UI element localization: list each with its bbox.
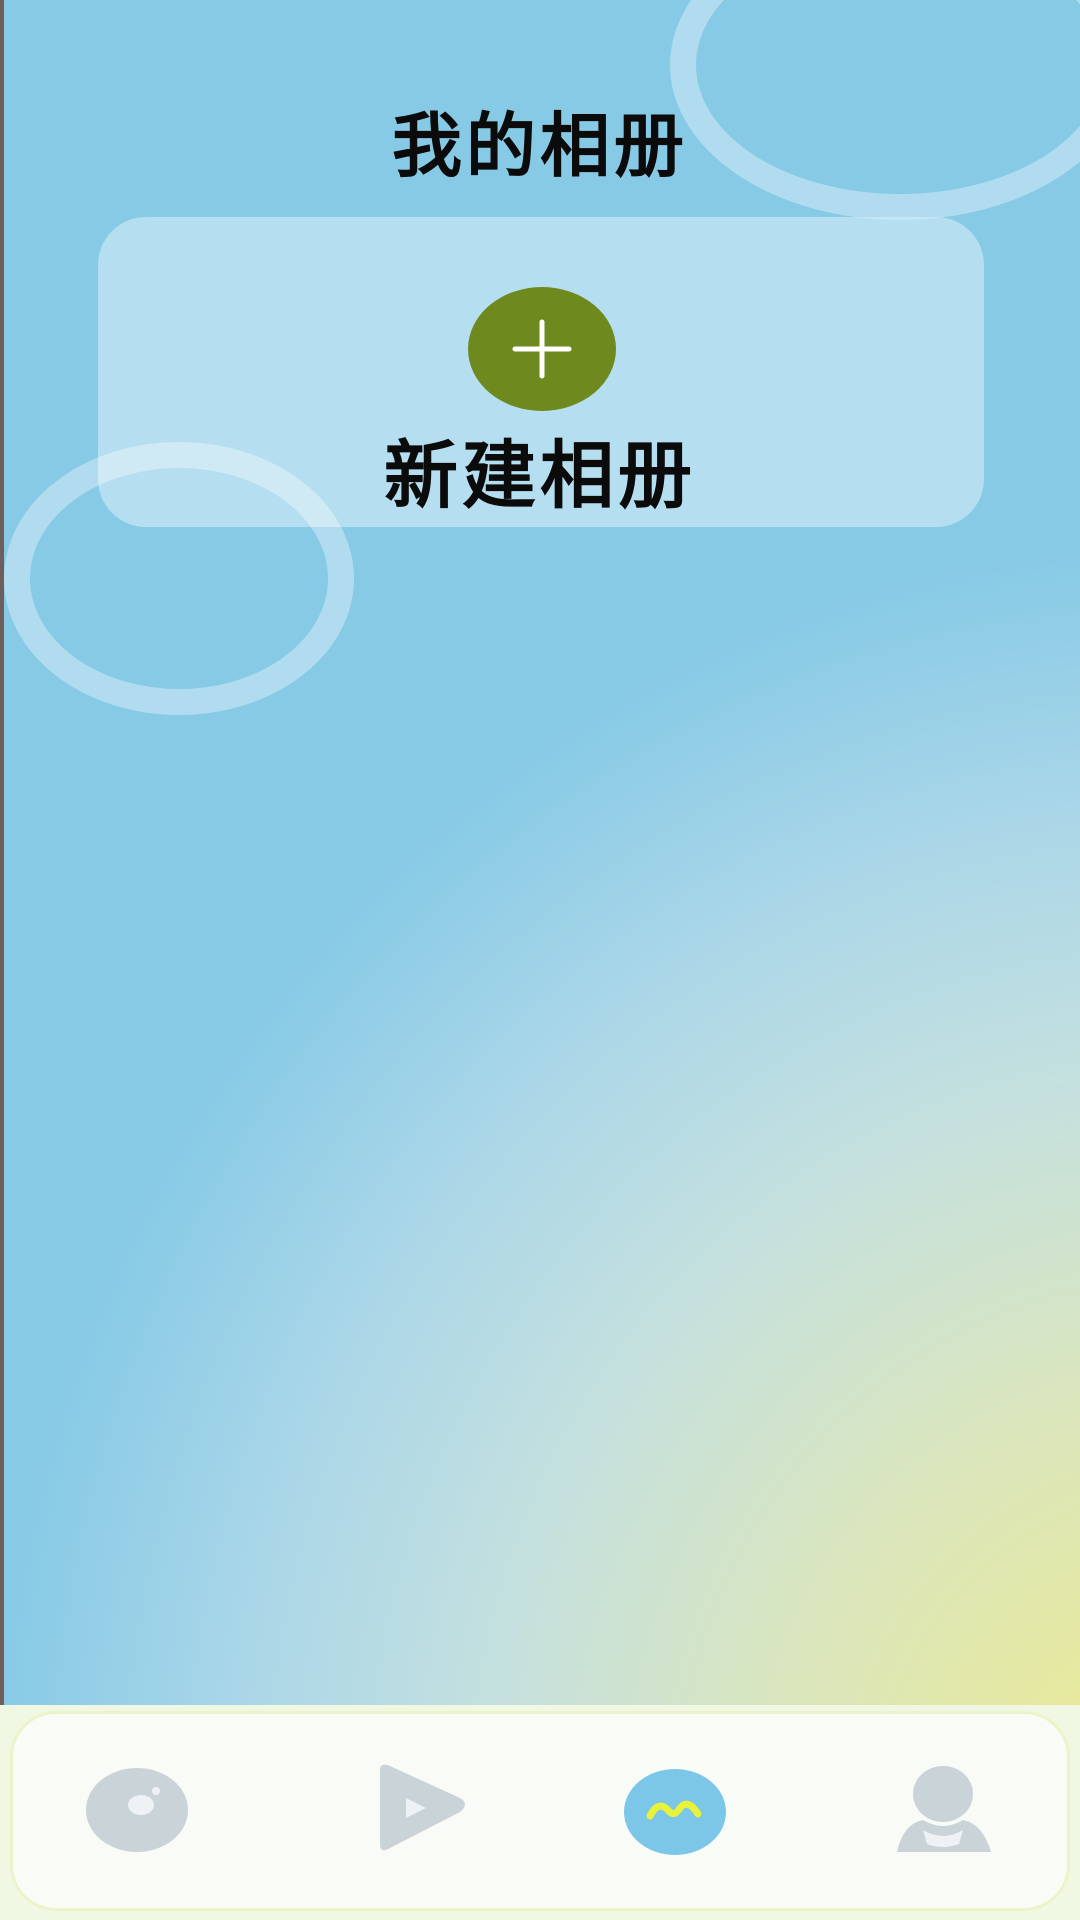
add-album-button[interactable] xyxy=(468,287,616,411)
tab-profile[interactable] xyxy=(893,1760,1003,1860)
album-wave-icon xyxy=(624,1769,726,1855)
play-icon xyxy=(380,1764,465,1851)
tab-album[interactable] xyxy=(622,1760,732,1860)
plus-icon xyxy=(512,319,572,379)
tab-video[interactable] xyxy=(372,1760,482,1860)
screen: 我的相册 新建相册 xyxy=(0,0,1080,1920)
page-title: 我的相册 xyxy=(392,105,688,187)
new-album-label[interactable]: 新建相册 xyxy=(0,416,1080,523)
tab-music[interactable] xyxy=(84,1760,194,1860)
profile-icon xyxy=(897,1766,991,1852)
left-edge-strip xyxy=(0,0,4,1920)
music-disc-icon xyxy=(86,1768,188,1852)
